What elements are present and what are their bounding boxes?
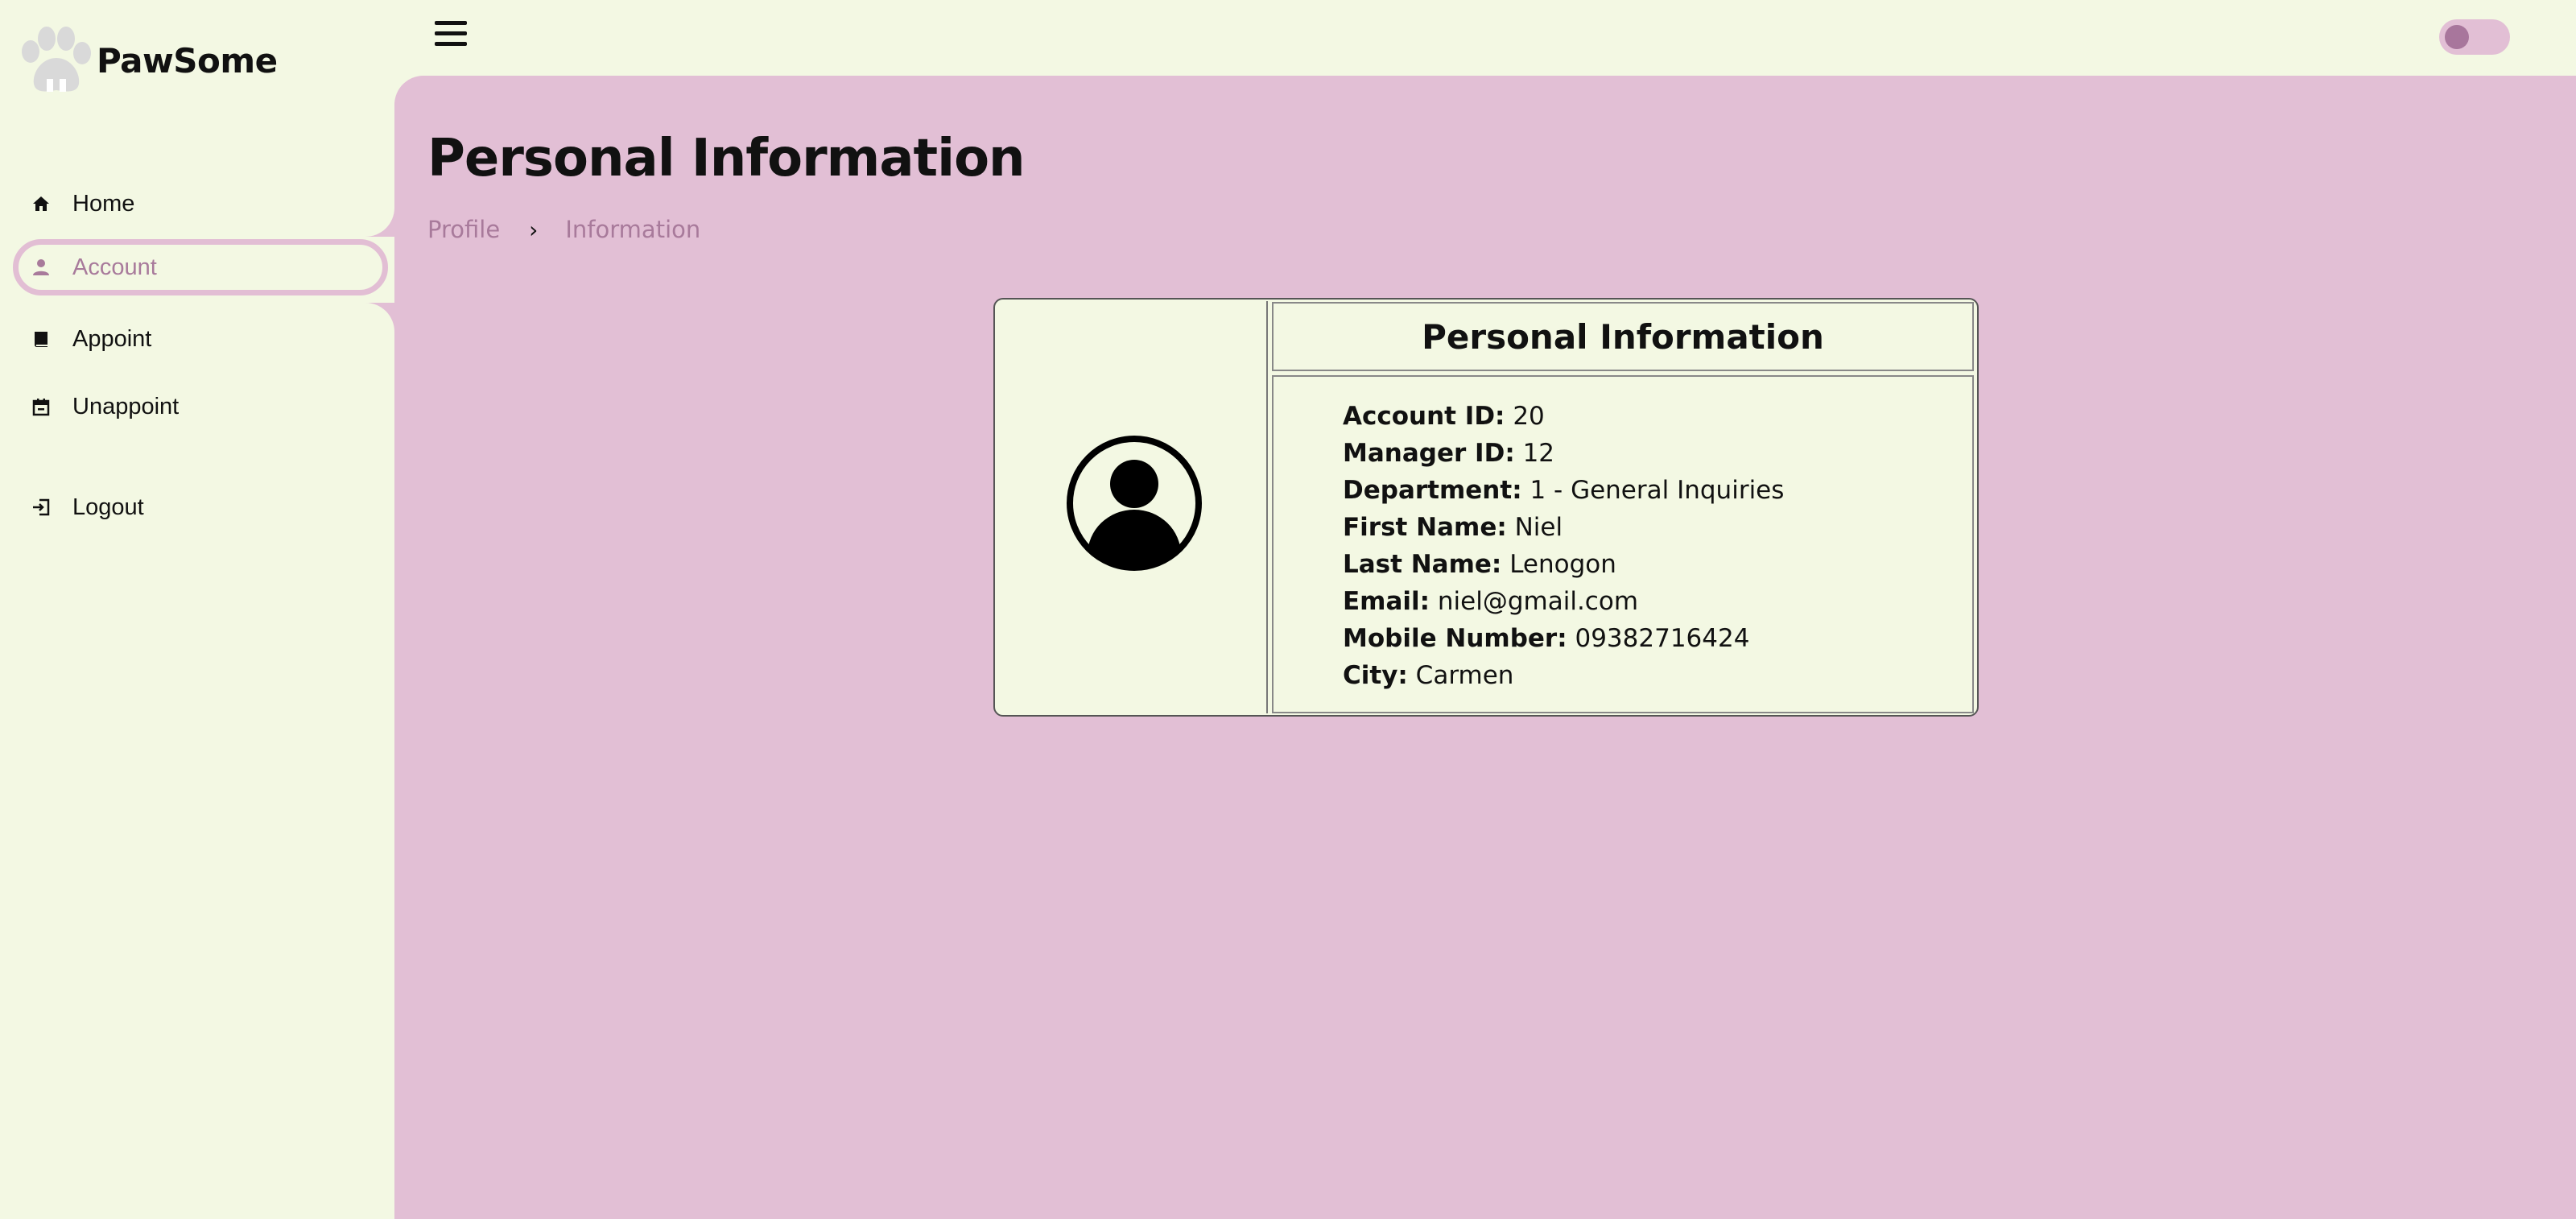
field-label: Last Name: [1343, 550, 1502, 579]
paw-icon [22, 27, 91, 92]
sidebar-item-label: Home [72, 190, 135, 217]
field-manager-id: Manager ID: 12 [1343, 435, 1972, 472]
field-value: niel@gmail.com [1437, 587, 1639, 616]
card-title: Personal Information [1272, 302, 1974, 371]
user-circle-icon [1067, 436, 1202, 571]
sidebar-curve-top [364, 201, 394, 237]
chevron-right-icon: › [529, 216, 539, 243]
field-value: Carmen [1415, 661, 1514, 690]
sidebar-item-account[interactable]: Account [13, 239, 388, 295]
field-account-id: Account ID: 20 [1343, 398, 1972, 435]
field-label: Account ID: [1343, 402, 1505, 431]
field-value: 12 [1522, 439, 1555, 468]
brand-name: PawSome [97, 40, 278, 81]
field-mobile-number: Mobile Number: 09382716424 [1343, 620, 1972, 657]
brand[interactable]: PawSome [14, 24, 278, 97]
field-value: Niel [1514, 513, 1563, 542]
field-value: 1 - General Inquiries [1530, 476, 1785, 505]
sidebar-item-label: Appoint [72, 325, 152, 352]
field-label: Department: [1343, 476, 1522, 505]
theme-toggle[interactable] [2439, 19, 2510, 55]
field-label: Mobile Number: [1343, 624, 1567, 653]
field-label: City: [1343, 661, 1408, 690]
sidebar-item-appoint[interactable]: Appoint [13, 311, 388, 367]
field-email: Email: niel@gmail.com [1343, 583, 1972, 620]
sidebar: PawSome Home Account Appoint Unappoint L… [0, 0, 394, 1219]
toggle-knob[interactable] [2445, 25, 2469, 49]
field-value: Lenogon [1509, 550, 1616, 579]
field-first-name: First Name: Niel [1343, 509, 1972, 546]
field-label: Email: [1343, 587, 1430, 616]
personal-info-card: Personal Information Account ID: 20 Mana… [993, 298, 1979, 717]
sidebar-item-unappoint[interactable]: Unappoint [13, 378, 388, 435]
sidebar-item-logout[interactable]: Logout [13, 479, 388, 535]
sidebar-item-label: Unappoint [72, 393, 180, 419]
field-label: Manager ID: [1343, 439, 1515, 468]
calendar-icon [31, 396, 52, 417]
field-department: Department: 1 - General Inquiries [1343, 472, 1972, 509]
breadcrumb: Profile › Information [427, 216, 700, 243]
sidebar-item-label: Account [72, 254, 157, 280]
sidebar-curve-bottom [364, 303, 394, 338]
breadcrumb-profile[interactable]: Profile [427, 216, 500, 243]
logout-icon [31, 497, 52, 518]
field-city: City: Carmen [1343, 657, 1972, 694]
card-fields: Account ID: 20 Manager ID: 12 Department… [1272, 375, 1974, 713]
user-icon [31, 257, 52, 278]
avatar-panel [997, 301, 1268, 713]
home-icon [31, 193, 52, 214]
field-label: First Name: [1343, 513, 1507, 542]
hamburger-icon[interactable] [435, 21, 467, 50]
sidebar-item-label: Logout [72, 494, 144, 520]
field-last-name: Last Name: Lenogon [1343, 546, 1972, 583]
sidebar-item-home[interactable]: Home [13, 176, 388, 232]
page-title: Personal Information [427, 129, 1026, 188]
book-icon [31, 329, 52, 349]
field-value: 09382716424 [1575, 624, 1750, 653]
breadcrumb-information: Information [565, 216, 701, 243]
field-value: 20 [1513, 402, 1545, 431]
